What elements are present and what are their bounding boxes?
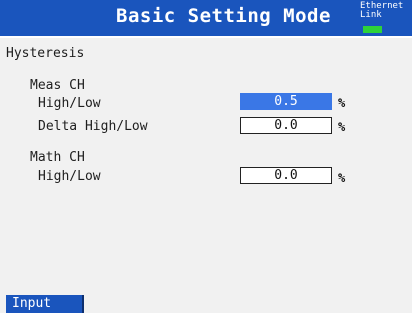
- title-bar: Basic Setting Mode Ethernet Link: [0, 0, 412, 36]
- page-title: Basic Setting Mode: [116, 5, 331, 27]
- meas-high-low-label: High/Low: [38, 96, 101, 111]
- math-high-low-field[interactable]: 0.0: [240, 167, 332, 184]
- input-softkey-button[interactable]: Input: [6, 295, 84, 313]
- math-high-low-unit: %: [338, 171, 346, 185]
- meas-high-low-value: 0.5: [274, 94, 298, 109]
- meas-delta-high-low-unit: %: [338, 120, 346, 134]
- header-divider: [0, 36, 412, 38]
- link-label: Link: [360, 10, 382, 20]
- meas-delta-high-low-value: 0.0: [274, 118, 298, 133]
- math-high-low-value: 0.0: [274, 168, 298, 183]
- math-ch-label: Math CH: [30, 150, 85, 165]
- meas-high-low-field[interactable]: 0.5: [240, 93, 332, 110]
- section-title: Hysteresis: [6, 46, 85, 61]
- meas-delta-high-low-field[interactable]: 0.0: [240, 117, 332, 134]
- meas-delta-high-low-label: Delta High/Low: [38, 119, 148, 134]
- meas-high-low-unit: %: [338, 96, 346, 110]
- link-status-icon: [363, 26, 382, 33]
- math-high-low-label: High/Low: [38, 169, 101, 184]
- meas-ch-label: Meas CH: [30, 78, 85, 93]
